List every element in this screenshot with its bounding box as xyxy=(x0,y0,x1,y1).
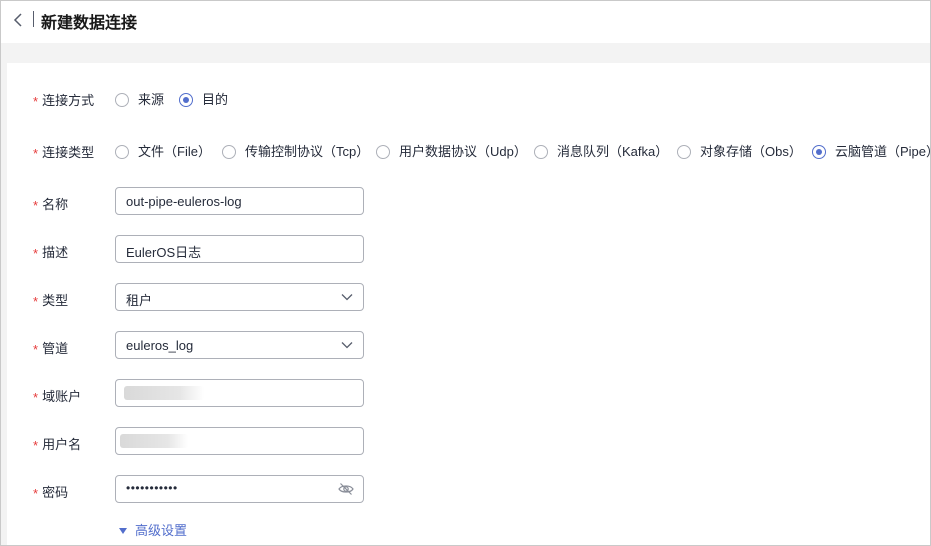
username-input[interactable] xyxy=(115,427,364,455)
field-label: * 连接类型 xyxy=(33,145,95,161)
radio-circle xyxy=(677,144,691,159)
field-label: * 用户名 xyxy=(33,437,82,453)
password-input[interactable]: ••••••••••• xyxy=(115,475,364,503)
radio-type-pipe[interactable]: 云脑管道（Pipe） xyxy=(812,141,930,159)
radio-circle xyxy=(376,144,390,159)
caret-down-icon xyxy=(119,528,127,534)
row-pipe: * 管道 euleros_log xyxy=(7,331,930,359)
header-divider xyxy=(33,11,34,27)
field-label: * 连接方式 xyxy=(33,93,95,109)
app-window: 新建数据连接 * 连接方式 来源 目的 * 连接类型 文件（File） 传输控制协议… xyxy=(0,0,931,546)
description-input[interactable]: EulerOS日志 xyxy=(115,235,364,263)
field-label: * 类型 xyxy=(33,293,69,309)
row-password: * 密码 ••••••••••• xyxy=(7,475,930,503)
required-mark: * xyxy=(33,390,39,405)
required-mark: * xyxy=(33,246,39,261)
row-description: * 描述 EulerOS日志 xyxy=(7,235,930,263)
row-domain-account: * 域账户 xyxy=(7,379,930,407)
radio-circle xyxy=(222,144,236,159)
advanced-settings-toggle[interactable]: 高级设置 xyxy=(119,520,187,539)
kind-select[interactable]: 租户 xyxy=(115,283,364,311)
pipe-select[interactable]: euleros_log xyxy=(115,331,364,359)
domain-account-input[interactable] xyxy=(115,379,364,407)
required-mark: * xyxy=(33,94,39,109)
radio-type-obs[interactable]: 对象存储（Obs） xyxy=(677,141,802,159)
header-bar: 新建数据连接 xyxy=(1,1,930,43)
field-label: * 名称 xyxy=(33,197,69,213)
radio-circle-checked xyxy=(179,92,193,107)
form-panel: * 连接方式 来源 目的 * 连接类型 文件（File） 传输控制协议（Tcp） 用… xyxy=(7,63,930,545)
row-connection-mode: * 连接方式 来源 目的 xyxy=(7,83,930,111)
radio-circle xyxy=(115,144,129,159)
radio-type-kafka[interactable]: 消息队列（Kafka） xyxy=(534,141,668,159)
radio-circle-checked xyxy=(812,144,826,159)
row-name: * 名称 out-pipe-euleros-log xyxy=(7,187,930,215)
back-arrow-icon[interactable] xyxy=(11,12,27,28)
required-mark: * xyxy=(33,342,39,357)
radio-type-udp[interactable]: 用户数据协议（Udp） xyxy=(376,141,527,159)
chevron-down-icon xyxy=(341,342,353,349)
redacted-value xyxy=(120,434,188,448)
radio-circle xyxy=(115,92,129,107)
row-connection-type: * 连接类型 文件（File） 传输控制协议（Tcp） 用户数据协议（Udp） 消… xyxy=(7,135,930,163)
required-mark: * xyxy=(33,198,39,213)
radio-destination[interactable]: 目的 xyxy=(179,89,228,107)
chevron-down-icon xyxy=(341,294,353,301)
field-label: * 密码 xyxy=(33,485,69,501)
radio-source[interactable]: 来源 xyxy=(115,89,164,107)
required-mark: * xyxy=(33,146,39,161)
redacted-value xyxy=(124,386,204,400)
required-mark: * xyxy=(33,294,39,309)
page-title: 新建数据连接 xyxy=(41,15,138,32)
eye-off-icon[interactable] xyxy=(338,482,354,496)
required-mark: * xyxy=(33,486,39,501)
field-label: * 管道 xyxy=(33,341,69,357)
row-kind: * 类型 租户 xyxy=(7,283,930,311)
radio-circle xyxy=(534,144,548,159)
required-mark: * xyxy=(33,438,39,453)
row-username: * 用户名 xyxy=(7,427,930,455)
radio-type-tcp[interactable]: 传输控制协议（Tcp） xyxy=(222,141,369,159)
radio-type-file[interactable]: 文件（File） xyxy=(115,141,211,159)
field-label: * 描述 xyxy=(33,245,69,261)
field-label: * 域账户 xyxy=(33,389,82,405)
name-input[interactable]: out-pipe-euleros-log xyxy=(115,187,364,215)
